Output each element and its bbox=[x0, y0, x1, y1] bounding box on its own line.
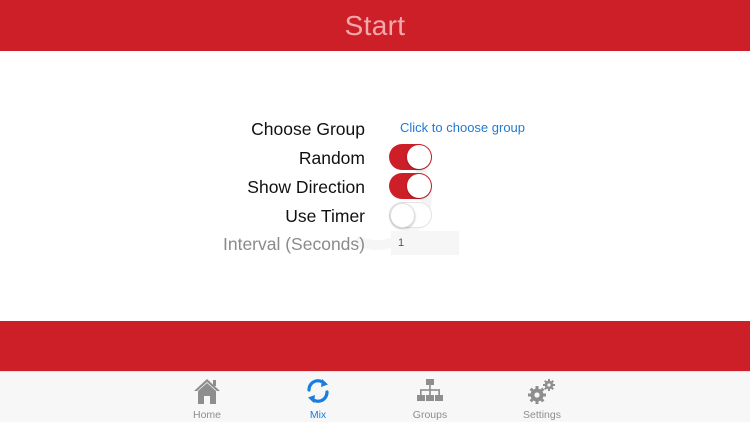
gears-icon bbox=[528, 379, 555, 404]
tab-bar: Home Mix Groups Settings bbox=[0, 371, 750, 422]
tab-home[interactable]: Home bbox=[167, 372, 247, 422]
tab-label: Settings bbox=[523, 409, 561, 421]
interval-label: Interval (Seconds) bbox=[222, 234, 365, 254]
random-label: Random bbox=[298, 148, 365, 168]
choose-group-label: Choose Group bbox=[251, 119, 365, 139]
choose-group-link[interactable]: Click to choose group bbox=[400, 120, 525, 135]
show-direction-toggle[interactable] bbox=[389, 173, 432, 199]
toggle-knob bbox=[407, 145, 431, 169]
home-icon bbox=[194, 379, 220, 404]
tab-settings[interactable]: Settings bbox=[502, 372, 582, 422]
hierarchy-icon bbox=[417, 379, 443, 401]
use-timer-label: Use Timer bbox=[285, 206, 365, 226]
tab-label: Groups bbox=[412, 409, 448, 421]
refresh-icon bbox=[307, 379, 329, 403]
toggle-knob bbox=[407, 174, 431, 198]
page-title: Start bbox=[344, 9, 406, 41]
show-direction-label: Show Direction bbox=[247, 177, 365, 197]
header-bar: Start bbox=[0, 0, 750, 51]
interval-input[interactable] bbox=[391, 231, 459, 255]
use-timer-toggle[interactable] bbox=[389, 202, 432, 228]
ad-banner bbox=[0, 321, 750, 371]
tab-label: Mix bbox=[309, 409, 327, 421]
tab-groups[interactable]: Groups bbox=[390, 372, 470, 422]
tab-mix[interactable]: Mix bbox=[278, 372, 358, 422]
random-toggle[interactable] bbox=[389, 144, 432, 170]
toggle-knob bbox=[389, 202, 415, 228]
tab-label: Home bbox=[192, 409, 221, 421]
